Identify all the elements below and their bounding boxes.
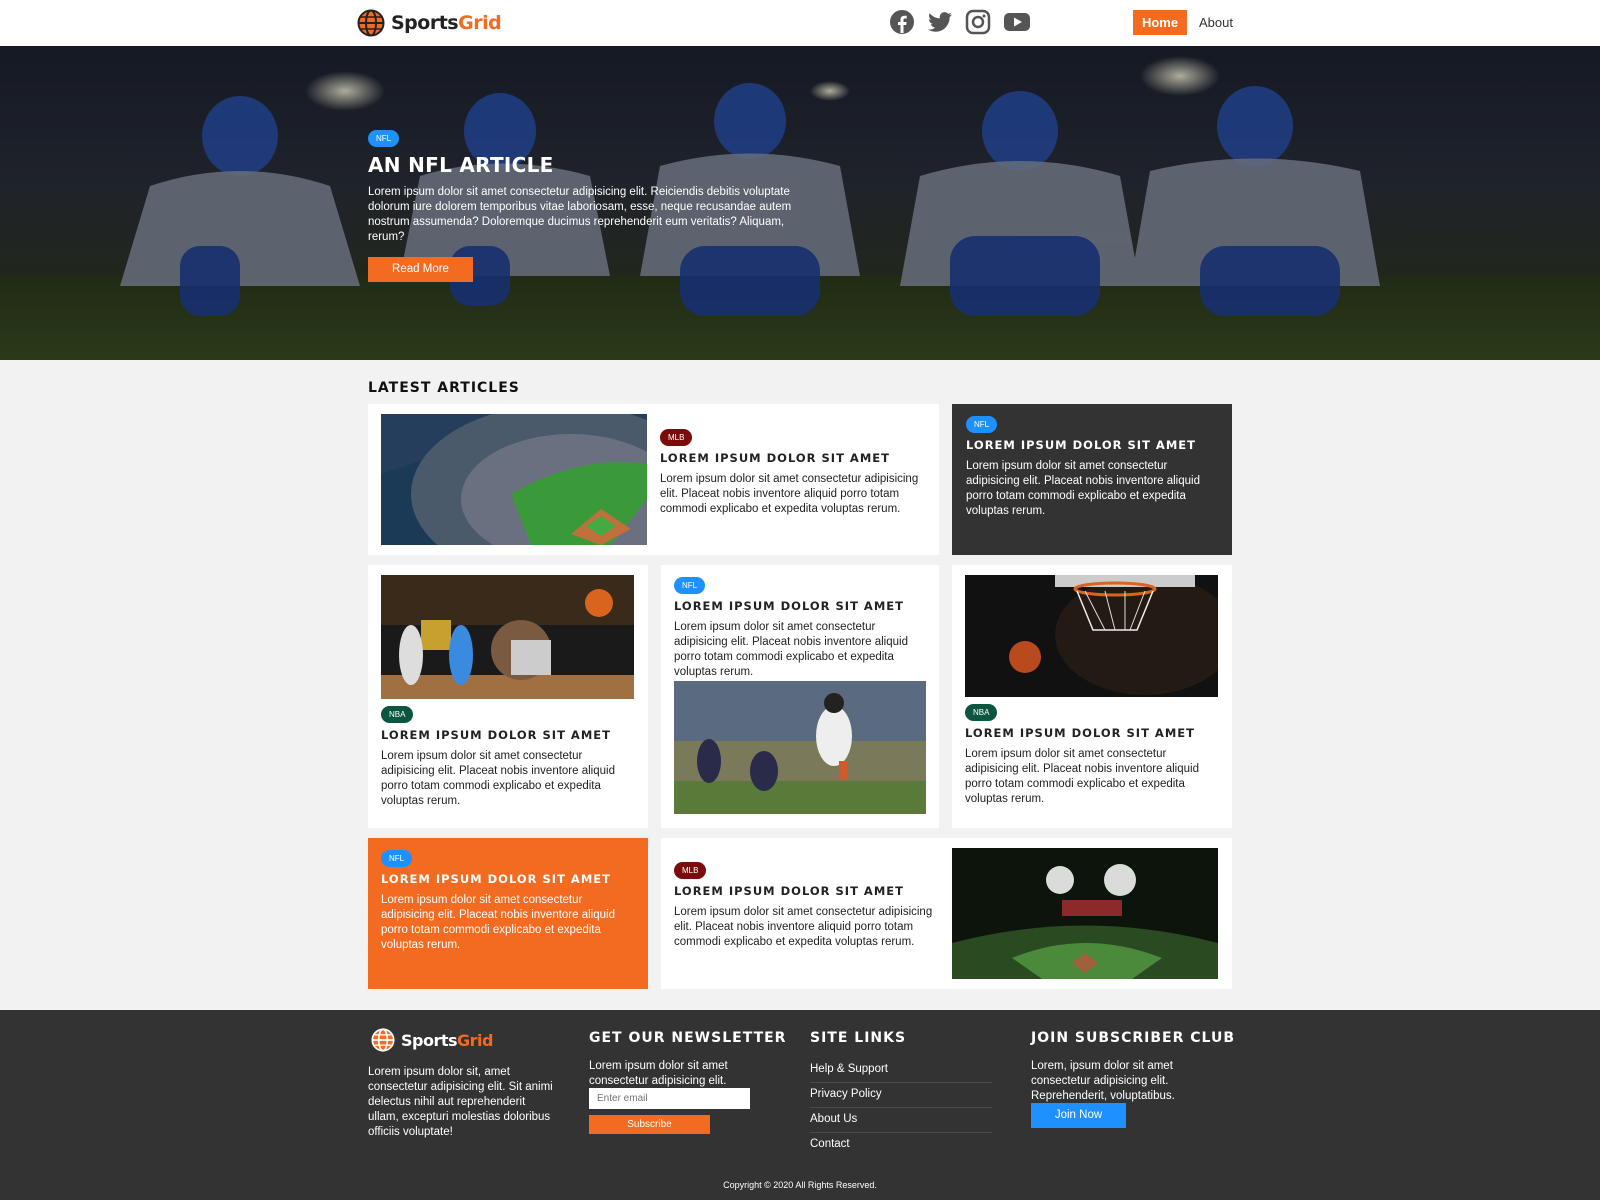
- category-badge[interactable]: NFL: [674, 577, 706, 594]
- hero-text: Lorem ipsum dolor sit amet consectetur a…: [368, 186, 792, 243]
- hero-banner: NFL AN NFL ARTICLE Lorem ipsum dolor sit…: [0, 46, 1600, 360]
- night-stadium-image: [952, 848, 1218, 979]
- nav-about-link[interactable]: About: [1199, 15, 1233, 30]
- article-title[interactable]: LOREM IPSUM DOLOR SIT AMET: [674, 599, 926, 613]
- read-more-button[interactable]: Read More: [368, 257, 473, 282]
- article-excerpt: Lorem ipsum dolor sit amet consectetur a…: [965, 748, 1199, 805]
- newsletter-heading: GET OUR NEWSLETTER: [589, 1030, 787, 1046]
- nav-home-link[interactable]: Home: [1133, 10, 1187, 35]
- copyright-text: Copyright © 2020 All Rights Reserved.: [723, 1180, 877, 1190]
- football-game-image: [674, 681, 926, 814]
- brand-name: SportsGrid: [391, 12, 502, 34]
- twitter-icon[interactable]: [926, 9, 954, 35]
- article-excerpt: Lorem ipsum dolor sit amet consectetur a…: [381, 750, 615, 807]
- category-badge[interactable]: MLB: [660, 429, 693, 446]
- subscriber-heading: JOIN SUBSCRIBER CLUB: [1031, 1030, 1236, 1046]
- instagram-icon[interactable]: [964, 9, 992, 35]
- article-title[interactable]: LOREM IPSUM DOLOR SIT AMET: [966, 438, 1218, 452]
- site-links-list: Help & Support Privacy Policy About Us C…: [810, 1058, 992, 1158]
- brand-name: SportsGrid: [401, 1030, 493, 1050]
- article-excerpt: Lorem ipsum dolor sit amet consectetur a…: [660, 473, 919, 515]
- article-card[interactable]: NBA LOREM IPSUM DOLOR SIT AMET Lorem ips…: [368, 565, 648, 828]
- latest-articles-heading: LATEST ARTICLES: [368, 380, 520, 396]
- article-card[interactable]: MLB LOREM IPSUM DOLOR SIT AMET Lorem ips…: [661, 838, 1232, 989]
- footer-logo[interactable]: SportsGrid: [368, 1028, 493, 1052]
- article-title[interactable]: LOREM IPSUM DOLOR SIT AMET: [381, 728, 634, 742]
- footer-link-help[interactable]: Help & Support: [810, 1058, 992, 1083]
- main-nav: Home About: [1133, 10, 1233, 35]
- footer-link-contact[interactable]: Contact: [810, 1133, 992, 1158]
- site-header: SportsGrid Home About: [0, 0, 1600, 46]
- article-card[interactable]: NBA LOREM IPSUM DOLOR SIT AMET Lorem ips…: [952, 565, 1232, 828]
- facebook-icon[interactable]: [888, 9, 916, 35]
- globe-logo-icon: [357, 9, 385, 37]
- youtube-icon[interactable]: [1002, 9, 1030, 35]
- article-title[interactable]: LOREM IPSUM DOLOR SIT AMET: [381, 872, 634, 886]
- article-card[interactable]: NFL LOREM IPSUM DOLOR SIT AMET Lorem ips…: [368, 838, 648, 989]
- basketball-hoop-image: [965, 575, 1218, 697]
- article-excerpt: Lorem ipsum dolor sit amet consectetur a…: [966, 460, 1200, 517]
- social-links: [888, 9, 1030, 35]
- footer-link-privacy[interactable]: Privacy Policy: [810, 1083, 992, 1108]
- hero-title: AN NFL ARTICLE: [368, 153, 554, 177]
- category-badge[interactable]: NFL: [966, 416, 998, 433]
- site-footer: SportsGrid Lorem ipsum dolor sit, amet c…: [0, 1010, 1600, 1200]
- site-links-heading: SITE LINKS: [810, 1030, 907, 1046]
- email-field[interactable]: [589, 1088, 750, 1109]
- article-excerpt: Lorem ipsum dolor sit amet consectetur a…: [674, 906, 933, 948]
- category-badge[interactable]: NBA: [965, 704, 998, 721]
- join-now-button[interactable]: Join Now: [1031, 1103, 1126, 1128]
- article-excerpt: Lorem ipsum dolor sit amet consectetur a…: [381, 894, 615, 951]
- article-card[interactable]: NFL LOREM IPSUM DOLOR SIT AMET Lorem ips…: [952, 404, 1232, 555]
- category-badge[interactable]: NBA: [381, 706, 414, 723]
- site-logo[interactable]: SportsGrid: [354, 8, 502, 38]
- footer-about-text: Lorem ipsum dolor sit, amet consectetur …: [368, 1066, 553, 1138]
- hero-content: NFL AN NFL ARTICLE Lorem ipsum dolor sit…: [368, 128, 808, 282]
- baseball-stadium-image: [381, 414, 647, 545]
- category-badge[interactable]: MLB: [674, 862, 707, 879]
- subscriber-text: Lorem, ipsum dolor sit amet consectetur …: [1031, 1060, 1175, 1102]
- globe-logo-icon: [371, 1028, 395, 1052]
- category-badge[interactable]: NFL: [368, 130, 400, 147]
- subscribe-button[interactable]: Subscribe: [589, 1115, 710, 1134]
- footer-link-about[interactable]: About Us: [810, 1108, 992, 1133]
- category-badge[interactable]: NFL: [381, 850, 413, 867]
- article-card[interactable]: MLB LOREM IPSUM DOLOR SIT AMET Lorem ips…: [368, 404, 939, 555]
- article-excerpt: Lorem ipsum dolor sit amet consectetur a…: [674, 621, 908, 678]
- basketball-player-image: [381, 575, 634, 699]
- article-title[interactable]: LOREM IPSUM DOLOR SIT AMET: [660, 451, 920, 465]
- newsletter-text: Lorem ipsum dolor sit amet consectetur a…: [589, 1060, 728, 1087]
- article-title[interactable]: LOREM IPSUM DOLOR SIT AMET: [965, 726, 1218, 740]
- article-card[interactable]: NFL LOREM IPSUM DOLOR SIT AMET Lorem ips…: [661, 565, 939, 828]
- article-title[interactable]: LOREM IPSUM DOLOR SIT AMET: [674, 884, 934, 898]
